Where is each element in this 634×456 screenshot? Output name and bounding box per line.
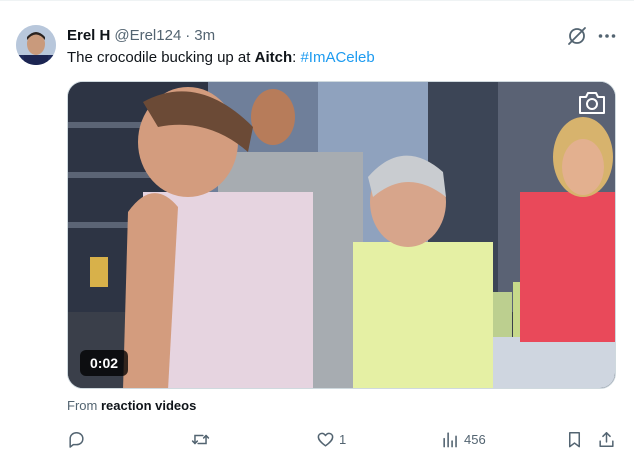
reply-icon [69,431,84,448]
video-player[interactable]: 0:02 [67,81,616,389]
more-icon[interactable] [596,25,618,47]
attribution-prefix: From [67,398,101,413]
bookmark-button[interactable] [565,428,584,450]
separator-dot: · [185,26,191,44]
hashtag-link[interactable]: #ImACeleb [300,49,374,66]
retweet-button[interactable] [191,428,214,450]
tweet-text: The crocodile bucking up at Aitch: #ImAC… [67,48,375,68]
reply-button[interactable] [67,428,90,450]
top-divider [0,0,634,1]
views-button[interactable]: 456 [441,428,486,450]
views-icon [443,431,457,447]
author-handle[interactable]: @Erel124 [114,27,181,44]
video-frame [68,82,615,388]
retweet-icon [191,434,210,444]
timestamp[interactable]: 3m [194,27,215,44]
views-count: 456 [464,431,486,447]
bookmark-icon [568,431,581,447]
like-count: 1 [339,431,347,447]
grok-icon[interactable] [566,25,588,47]
mention-text: Aitch [254,49,293,66]
share-button[interactable] [597,428,616,450]
like-icon [317,432,334,447]
avatar-image [16,25,56,65]
source-link[interactable]: reaction videos [101,398,196,413]
like-button[interactable]: 1 [316,428,346,450]
tweet-header: Erel H @Erel124 · 3m [67,25,215,45]
avatar[interactable] [16,25,56,65]
camera-icon [577,90,607,116]
author-name[interactable]: Erel H [67,27,110,44]
tweet-text-prefix: The crocodile bucking up at [67,49,255,66]
action-bar: 1 456 [67,428,619,450]
video-duration: 0:02 [80,350,129,376]
share-icon [599,431,614,447]
source-attribution: From reaction videos [67,398,196,413]
